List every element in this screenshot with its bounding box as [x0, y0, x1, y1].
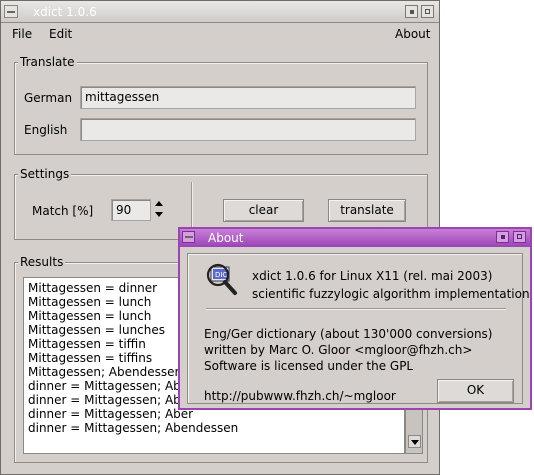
- about-description-text: scientific fuzzylogic algorithm implemen…: [252, 287, 530, 301]
- main-title-bar[interactable]: xdict 1.0.6: [1, 1, 439, 23]
- about-dictionary-text: Eng/Ger dictionary (about 130'000 conver…: [204, 327, 493, 341]
- about-title-bar[interactable]: About: [180, 229, 530, 247]
- about-license-text: Software is licensed under the GPL: [204, 359, 414, 373]
- result-line[interactable]: dinner = Mittagessen; Aber: [28, 393, 193, 407]
- english-input[interactable]: [80, 118, 416, 141]
- about-author-text: written by Marc O. Gloor <mgloor@fhzh.ch…: [204, 343, 473, 357]
- results-group-title: Results: [18, 255, 66, 269]
- translate-group: Translate German mittagessen English: [14, 55, 428, 155]
- translate-button[interactable]: translate: [328, 199, 406, 222]
- result-line[interactable]: Mittagessen = dinner: [28, 281, 157, 295]
- about-url-link[interactable]: http://pubwww.fhzh.ch/~mgloor: [204, 389, 396, 403]
- about-title: About: [208, 231, 244, 245]
- minimize-icon[interactable]: [405, 5, 418, 18]
- about-divider: [206, 308, 506, 310]
- result-line[interactable]: Mittagessen; Abendessen =: [28, 365, 196, 379]
- match-spinbox[interactable]: 90: [111, 199, 151, 221]
- settings-group-title: Settings: [18, 167, 72, 181]
- german-input[interactable]: mittagessen: [80, 86, 416, 109]
- svg-text:DIC: DIC: [215, 271, 227, 279]
- result-line[interactable]: dinner = Mittagessen; Aben: [28, 379, 196, 393]
- match-label: Match [%]: [32, 204, 94, 218]
- menu-edit[interactable]: Edit: [49, 27, 72, 41]
- about-window-menu-icon[interactable]: [182, 231, 195, 243]
- about-dialog: About DIC xdict 1.0.6 for Linux X11 (rel…: [178, 227, 532, 410]
- clear-button[interactable]: clear: [223, 199, 304, 222]
- menu-about[interactable]: About: [395, 27, 430, 41]
- result-line[interactable]: Mittagessen = tiffin: [28, 337, 146, 351]
- magnifier-dictionary-icon: DIC: [206, 263, 237, 295]
- menu-file[interactable]: File: [12, 27, 32, 41]
- window-menu-icon[interactable]: [4, 5, 18, 18]
- german-label: German: [24, 91, 73, 105]
- about-version-text: xdict 1.0.6 for Linux X11 (rel. mai 2003…: [252, 269, 493, 283]
- maximize-icon[interactable]: [421, 5, 434, 18]
- result-line[interactable]: Mittagessen = tiffins: [28, 351, 152, 365]
- translate-group-title: Translate: [18, 55, 77, 69]
- scroll-down-icon[interactable]: [408, 435, 421, 448]
- english-label: English: [24, 123, 68, 137]
- result-line[interactable]: Mittagessen = lunch: [28, 309, 151, 323]
- spin-up-icon[interactable]: [155, 201, 163, 206]
- result-line[interactable]: Mittagessen = lunch: [28, 295, 151, 309]
- result-line[interactable]: Mittagessen = lunches: [28, 323, 165, 337]
- spin-down-icon[interactable]: [155, 212, 163, 217]
- ok-button[interactable]: OK: [437, 379, 514, 403]
- result-line[interactable]: dinner = Mittagessen; Aber: [28, 407, 193, 421]
- result-line[interactable]: dinner = Mittagessen; Abendessen: [28, 421, 238, 435]
- about-minimize-icon[interactable]: [496, 231, 509, 243]
- about-maximize-icon[interactable]: [513, 231, 526, 243]
- window-title: xdict 1.0.6: [33, 5, 97, 19]
- about-content: DIC xdict 1.0.6 for Linux X11 (rel. mai …: [187, 253, 530, 404]
- menu-bar: File Edit About: [1, 23, 439, 45]
